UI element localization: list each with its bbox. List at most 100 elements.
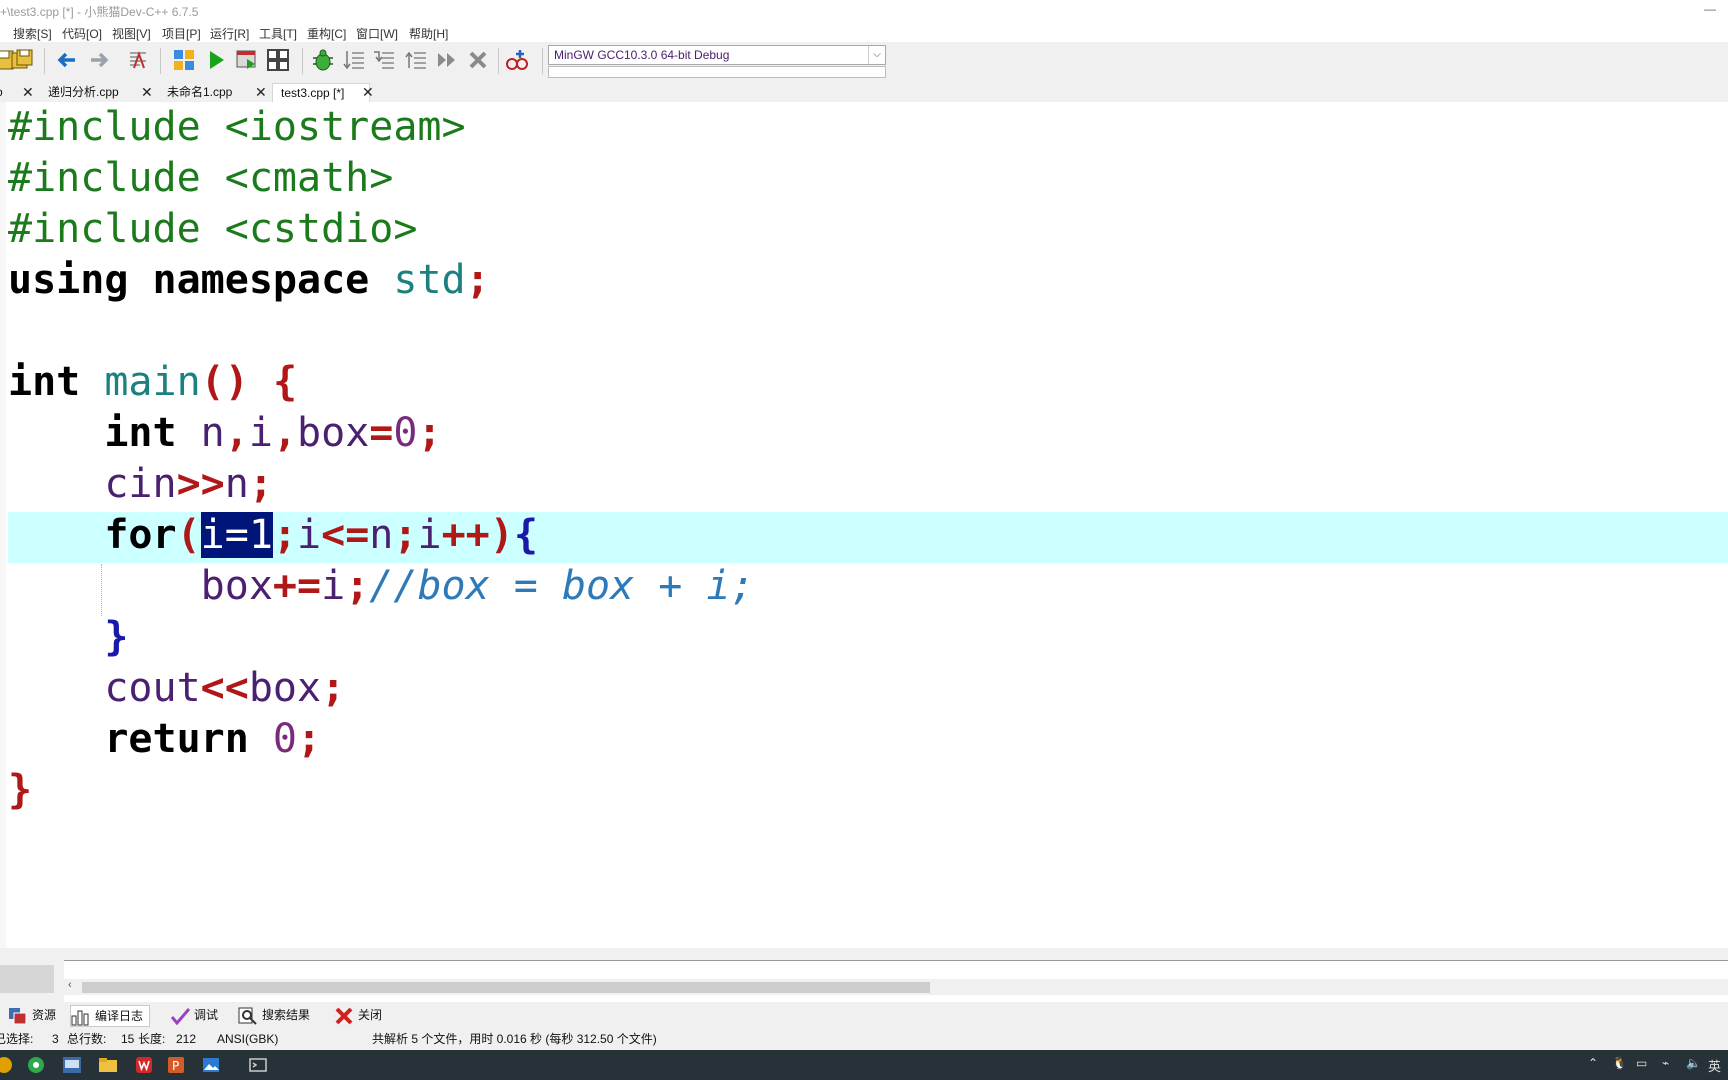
profile-icon[interactable]: [505, 48, 529, 72]
tray-expand-icon[interactable]: ⌃: [1588, 1056, 1598, 1070]
save-all-icon[interactable]: [10, 48, 34, 72]
tab-close[interactable]: 关闭: [334, 1005, 382, 1025]
minimize-button[interactable]: —: [1704, 2, 1716, 16]
code-line-6: int main() {: [8, 359, 298, 405]
code-line-12: cout<<box;: [104, 665, 346, 711]
bottom-tab-bar: 资源 编译日志 调试 搜索结果 关闭: [0, 1002, 1728, 1028]
compile-log-icon: [71, 1010, 89, 1026]
close-tab-icon[interactable]: ✕: [255, 83, 267, 101]
tab-compile-log[interactable]: 编译日志: [70, 1005, 151, 1027]
file-explorer-icon[interactable]: [98, 1055, 118, 1075]
compile-run-icon[interactable]: [235, 48, 259, 72]
status-length-label: 长度:: [138, 1032, 166, 1046]
run-icon[interactable]: [204, 48, 228, 72]
code-editor[interactable]: #include <iostream> #include <cmath> #in…: [0, 102, 1728, 948]
menu-help[interactable]: 帮助[H]: [409, 25, 448, 42]
code-line-14: }: [8, 767, 33, 813]
start-icon[interactable]: [0, 1055, 14, 1075]
tab-test3[interactable]: test3.cpp [*]: [272, 83, 370, 102]
tab-resources-label: 资源: [32, 1008, 57, 1022]
horizontal-scrollbar[interactable]: ‹: [64, 979, 1728, 995]
wps-writer-icon[interactable]: [134, 1055, 154, 1075]
windows-taskbar: P ⌃ 🐧 ▭ ⌁ 🔈 英: [0, 1050, 1728, 1080]
status-total-lines-value: 15: [121, 1032, 135, 1046]
close-tab-icon[interactable]: ✕: [362, 83, 374, 101]
rebuild-icon[interactable]: [266, 48, 290, 72]
wifi-icon[interactable]: ⌁: [1662, 1056, 1669, 1070]
continue-icon[interactable]: [435, 48, 459, 72]
toolbar-separator: [302, 48, 303, 74]
editor-gutter: [0, 102, 6, 948]
format-code-icon[interactable]: [126, 48, 150, 72]
step-into-icon[interactable]: [372, 48, 396, 72]
compiler-secondary-box: [548, 66, 886, 78]
resources-icon: [9, 1007, 27, 1025]
tab-resources[interactable]: 资源: [8, 1005, 56, 1025]
photos-icon[interactable]: [201, 1055, 221, 1075]
tab-search-results-label: 搜索结果: [262, 1008, 311, 1022]
title-bar: +\test3.cpp [*] - 小熊猫Dev-C++ 6.7.5 —: [0, 0, 1728, 22]
step-over-icon[interactable]: [342, 48, 366, 72]
status-encoding: ANSI(GBK): [217, 1032, 279, 1046]
status-bar: 已选择: 3 总行数: 15 长度: 212 ANSI(GBK) 共解析 5 个…: [0, 1028, 1728, 1050]
devcpp-taskbar-icon[interactable]: [62, 1055, 82, 1075]
forward-arrow-icon[interactable]: [87, 48, 111, 72]
compiler-select[interactable]: MinGW GCC10.3.0 64-bit Debug ⌵: [548, 45, 886, 65]
compile-icon[interactable]: [172, 48, 196, 72]
code-line-8: cin>>n;: [104, 461, 273, 507]
menu-bar: 搜索[S] 代码[O] 视图[V] 项目[P] 运行[R] 工具[T] 重构[C…: [0, 22, 1728, 42]
stop-debug-icon[interactable]: [466, 48, 490, 72]
toolbar-separator: [44, 48, 45, 74]
tab-untitled1[interactable]: 未命名1.cpp: [167, 83, 232, 101]
tab-compile-log-label: 编译日志: [95, 1009, 144, 1023]
code-line-13: return 0;: [104, 716, 322, 762]
tab-close-label: 关闭: [358, 1008, 383, 1022]
menu-project[interactable]: 项目[P]: [162, 25, 201, 42]
menu-search[interactable]: 搜索[S]: [13, 25, 52, 42]
scroll-left-icon[interactable]: ‹: [68, 979, 72, 991]
code-line-2: #include <cmath>: [8, 155, 394, 201]
debug-check-icon: [170, 1007, 190, 1025]
code-line-10: box+=i;//box = box + i;: [200, 563, 755, 609]
menu-refactor[interactable]: 重构[C]: [307, 25, 346, 42]
status-message: 共解析 5 个文件，用时 0.016 秒 (每秒 312.50 个文件): [372, 1032, 657, 1046]
menu-run[interactable]: 运行[R]: [210, 25, 249, 42]
back-arrow-icon[interactable]: [55, 48, 79, 72]
output-panel-side: [0, 965, 54, 993]
tab-debug-label: 调试: [194, 1008, 219, 1022]
search-results-icon: [238, 1007, 257, 1025]
tab-debug[interactable]: 调试: [170, 1005, 218, 1025]
battery-icon[interactable]: ▭: [1636, 1056, 1647, 1070]
menu-code[interactable]: 代码[O]: [62, 25, 102, 42]
browser-icon[interactable]: [26, 1055, 46, 1075]
code-line-1: #include <iostream>: [8, 104, 466, 150]
ime-indicator[interactable]: 英: [1708, 1056, 1721, 1075]
code-line-7: int n,i,box=0;: [104, 410, 442, 456]
compiler-select-value: MinGW GCC10.3.0 64-bit Debug: [554, 48, 730, 62]
close-tab-icon[interactable]: ✕: [141, 83, 153, 101]
menu-window[interactable]: 窗口[W]: [356, 25, 398, 42]
debug-bug-icon[interactable]: [311, 48, 335, 72]
volume-icon[interactable]: 🔈: [1686, 1056, 1701, 1070]
toolbar-separator: [498, 48, 499, 74]
code-line-3: #include <cstdio>: [8, 206, 418, 252]
close-tab-icon[interactable]: ✕: [22, 83, 34, 101]
tab-hidden-edge[interactable]: o: [0, 83, 3, 101]
svg-text:P: P: [172, 1059, 179, 1073]
step-out-icon[interactable]: [404, 48, 428, 72]
qq-tray-icon[interactable]: 🐧: [1612, 1056, 1627, 1070]
menu-view[interactable]: 视图[V]: [112, 25, 151, 42]
toolbar-separator: [542, 48, 543, 74]
scrollbar-thumb[interactable]: [82, 982, 930, 993]
terminal-icon[interactable]: [248, 1055, 268, 1075]
status-selected-label: 已选择:: [0, 1032, 34, 1046]
chevron-down-icon[interactable]: ⌵: [868, 46, 885, 64]
code-line-9: for(i=1;i<=n;i++){: [104, 512, 538, 558]
close-red-x-icon: [335, 1007, 353, 1025]
status-selected-value: 3: [52, 1032, 59, 1046]
wps-presentation-icon[interactable]: P: [166, 1055, 186, 1075]
tab-recursion-analysis[interactable]: 递归分析.cpp: [48, 83, 119, 101]
menu-tools[interactable]: 工具[T]: [259, 25, 297, 42]
toolbar-separator: [160, 48, 161, 74]
tab-search-results[interactable]: 搜索结果: [238, 1005, 310, 1025]
